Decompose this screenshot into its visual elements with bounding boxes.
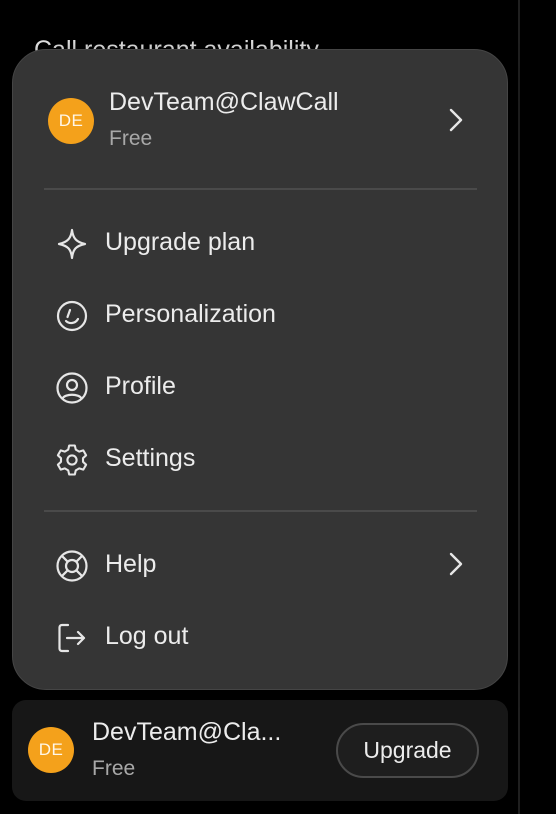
menu-item-label: Log out — [105, 622, 189, 650]
chevron-right-icon — [449, 108, 463, 132]
menu-item-label: Upgrade plan — [105, 228, 256, 256]
account-name: DevTeam@Cla... — [92, 718, 282, 746]
upgrade-button[interactable]: Upgrade — [336, 723, 479, 778]
menu-item-log-out[interactable]: Log out — [13, 604, 507, 668]
menu-item-upgrade-plan[interactable]: Upgrade plan — [13, 210, 507, 274]
menu-item-label: Help — [105, 550, 157, 578]
avatar: DE — [28, 727, 74, 773]
user-circle-icon — [56, 372, 88, 404]
account-switcher[interactable]: DE DevTeam@ClawCall Free — [13, 50, 507, 188]
gear-icon — [56, 444, 88, 476]
app-page: Call restaurant availability DE DevTeam@… — [0, 0, 556, 814]
account-name: DevTeam@ClawCall — [109, 88, 339, 116]
menu-item-profile[interactable]: Profile — [13, 354, 507, 418]
menu-item-label: Personalization — [105, 300, 276, 328]
account-plan: Free — [92, 757, 136, 780]
chevron-right-icon — [449, 552, 463, 576]
menu-divider — [44, 188, 477, 190]
account-menu: DE DevTeam@ClawCall Free Upgrade plan Pe… — [12, 49, 508, 690]
logout-icon — [58, 623, 86, 653]
sparkle-icon — [57, 228, 87, 260]
avatar: DE — [48, 98, 94, 144]
account-bar[interactable]: DE DevTeam@Cla... Free Upgrade — [12, 700, 508, 801]
menu-item-label: Settings — [105, 444, 196, 472]
panel-divider — [518, 0, 520, 814]
menu-item-label: Profile — [105, 372, 176, 400]
menu-divider — [44, 510, 477, 512]
account-plan: Free — [109, 127, 153, 150]
lifebuoy-icon — [56, 550, 88, 582]
menu-item-help[interactable]: Help — [13, 532, 507, 596]
menu-item-personalization[interactable]: Personalization — [13, 282, 507, 346]
menu-item-settings[interactable]: Settings — [13, 426, 507, 490]
smiley-icon — [56, 300, 88, 332]
